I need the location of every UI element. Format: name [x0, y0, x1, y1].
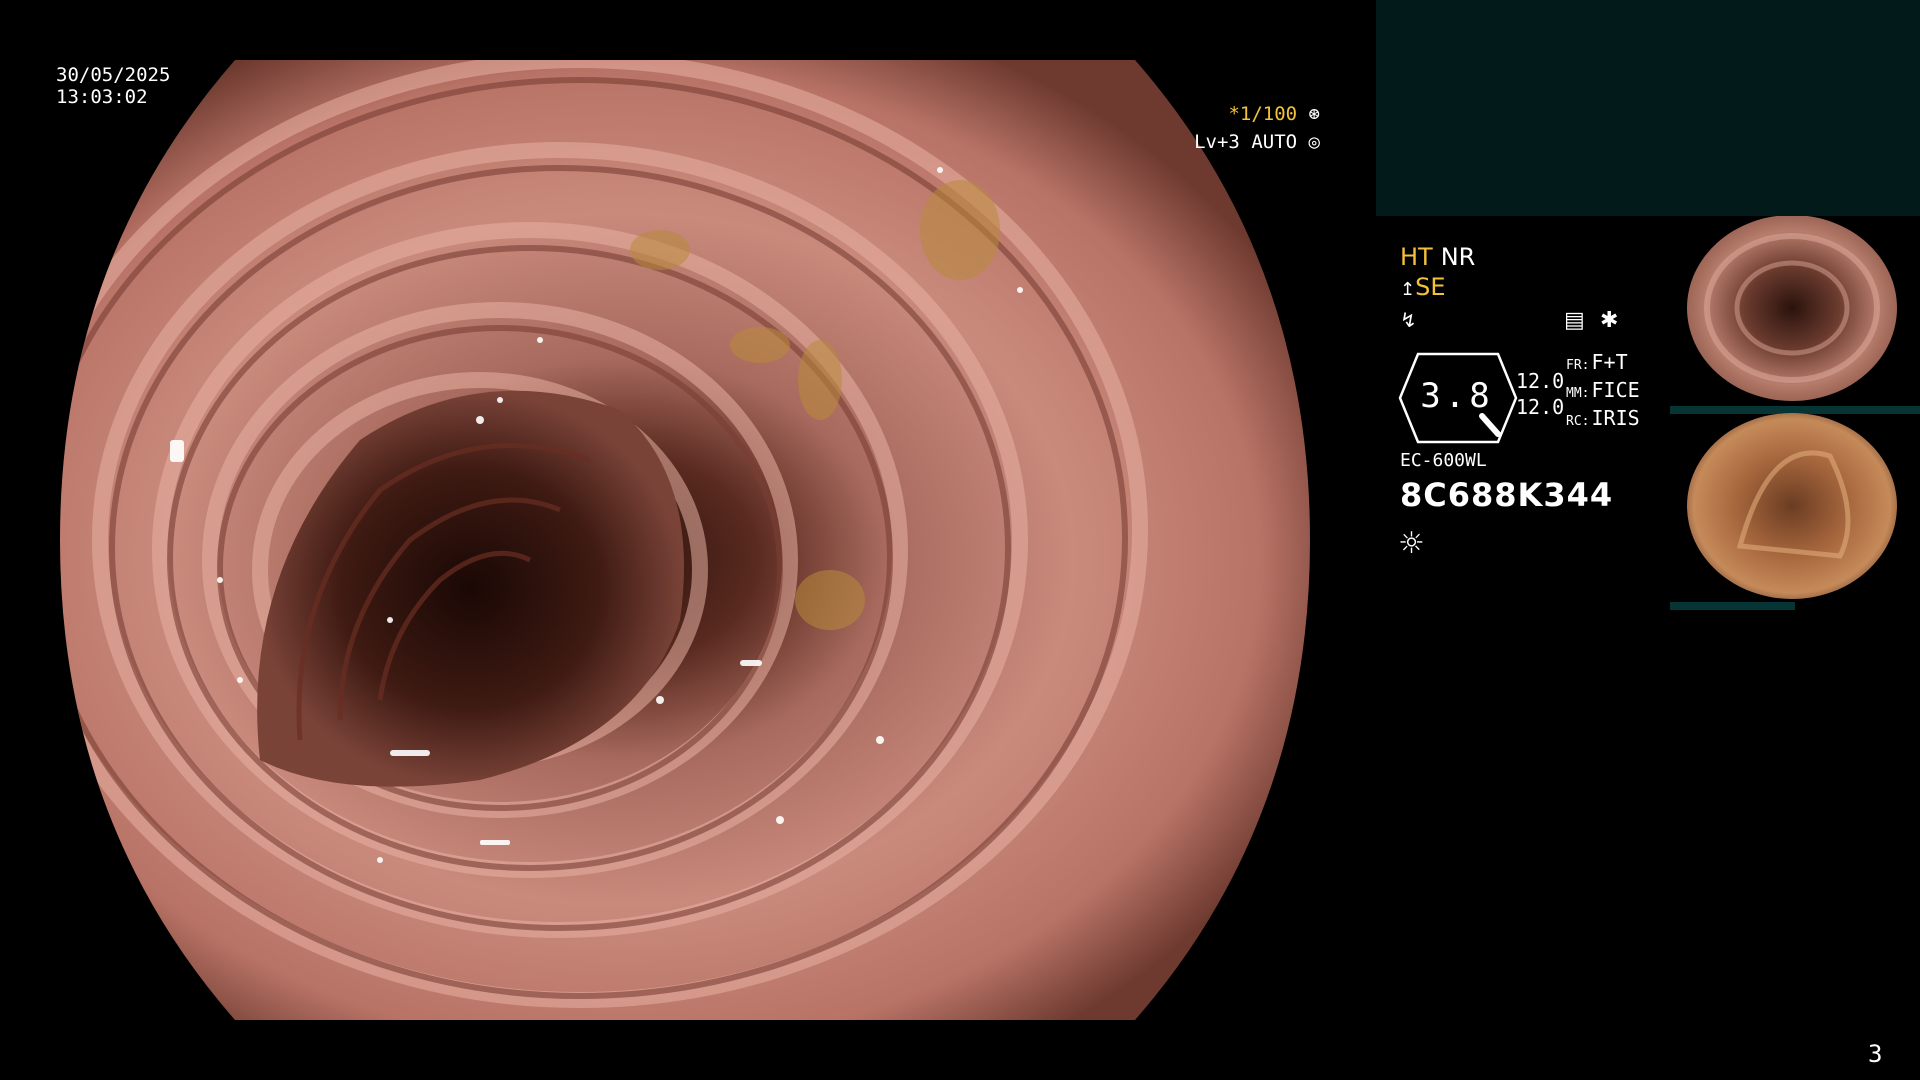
- settings-panel: HT NR ↥SE ↯: [1400, 242, 1475, 335]
- target-icon: ◎: [1308, 131, 1320, 153]
- aperture-icon: ⊛: [1308, 103, 1320, 125]
- thumbnail-strip: [1670, 216, 1920, 610]
- scope-tip-icon: ↥: [1400, 279, 1416, 300]
- exposure-info: *1/100 ⊛ Lv+3 AUTO ◎: [1180, 100, 1320, 156]
- ht-label: HT: [1400, 243, 1433, 271]
- iris-mode-text: AUTO: [1251, 131, 1298, 153]
- menu-icon: ▤: [1564, 308, 1585, 333]
- shutter-text: *1/100: [1228, 103, 1298, 125]
- scope-serial: 8C688K344: [1400, 476, 1614, 514]
- fr-value: F+T: [1591, 350, 1628, 374]
- endoscopy-image: [60, 60, 1310, 1020]
- frame-number: 3: [1868, 1040, 1883, 1068]
- mm-value: FICE: [1591, 378, 1640, 402]
- level-text: Lv+3: [1194, 131, 1240, 153]
- sun-icon: ☼: [1398, 526, 1425, 561]
- value-2: 12.0: [1516, 395, 1565, 419]
- scope-model: EC-600WL: [1400, 450, 1487, 471]
- date-text: 30/05/2025: [56, 64, 171, 86]
- info-panel: [1376, 0, 1920, 216]
- se-label: SE: [1415, 273, 1446, 301]
- thumbnail-2[interactable]: [1687, 413, 1897, 599]
- zoom-value: 3.8: [1420, 376, 1494, 416]
- date-time: 30/05/2025 13:03:02: [56, 64, 170, 108]
- fr-label: FR:: [1566, 358, 1590, 373]
- time-text: 13:03:02: [56, 86, 148, 108]
- mm-label: MM:: [1566, 386, 1590, 401]
- rc-label: RC:: [1566, 414, 1590, 429]
- mode-settings: FR: F+T MM: FICE RC: IRIS: [1566, 350, 1640, 434]
- rc-value: IRIS: [1591, 406, 1640, 430]
- nr-label: NR: [1440, 243, 1476, 271]
- asterisk-icon: ✱: [1600, 308, 1619, 333]
- thumbnail-1[interactable]: [1687, 216, 1897, 401]
- value-1: 12.0: [1516, 369, 1565, 393]
- numeric-settings: 12.0 12.0: [1516, 368, 1564, 420]
- lightning-icon: ↯: [1400, 308, 1417, 332]
